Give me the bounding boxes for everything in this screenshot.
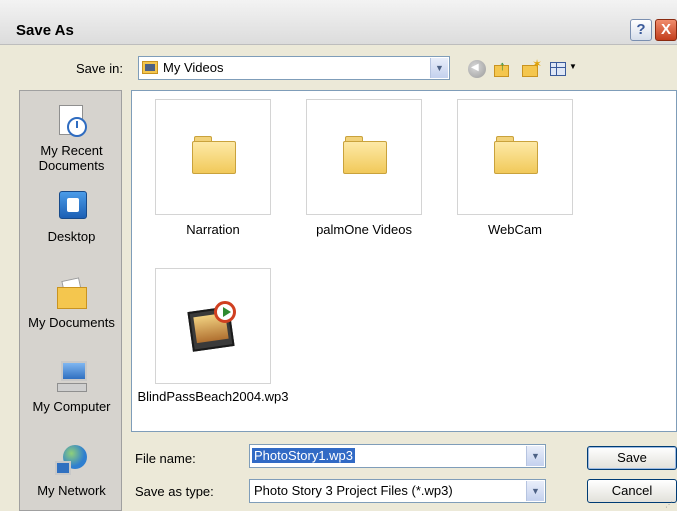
place-my-computer[interactable]: My Computer	[20, 361, 123, 414]
place-my-documents[interactable]: My Documents	[20, 277, 123, 330]
save-in-label: Save in:	[76, 61, 123, 76]
save-as-type-dropdown[interactable]: Photo Story 3 Project Files (*.wp3) ▼	[249, 479, 546, 503]
help-button[interactable]: ?	[630, 19, 652, 41]
save-button[interactable]: Save	[587, 446, 677, 470]
places-bar: My Recent Documents Desktop My Documents…	[19, 90, 122, 511]
folder-icon	[343, 136, 387, 174]
file-name-value: PhotoStory1.wp3	[252, 448, 356, 463]
file-name-label: WebCam	[488, 222, 542, 237]
folder-icon	[192, 136, 236, 174]
window-title: Save As	[16, 22, 74, 39]
chevron-down-icon[interactable]: ▼	[430, 58, 448, 78]
network-icon	[54, 445, 89, 479]
save-in-value: My Videos	[163, 60, 224, 75]
resize-grip-icon[interactable]: ⋰	[665, 500, 673, 509]
folder-icon	[494, 136, 538, 174]
thumbnail	[306, 99, 422, 215]
views-menu-icon[interactable]: ▼	[550, 60, 577, 78]
place-label-line1: My Recent	[40, 143, 103, 158]
thumbnail	[155, 268, 271, 384]
chevron-down-icon[interactable]: ▼	[526, 446, 544, 466]
place-label-line2: Documents	[38, 158, 105, 173]
place-my-network[interactable]: My Network	[20, 445, 123, 498]
recent-documents-icon	[55, 105, 89, 139]
photostory-project-icon	[187, 301, 240, 353]
file-name-label: BlindPassBeach2004.wp3	[137, 389, 289, 404]
save-in-dropdown[interactable]: My Videos ▼	[138, 56, 450, 80]
place-label: My Network	[37, 483, 106, 498]
place-my-recent-documents[interactable]: My Recent Documents	[20, 105, 123, 173]
back-icon[interactable]	[468, 60, 486, 78]
place-label: My Documents	[28, 315, 115, 330]
my-computer-icon	[55, 361, 89, 395]
place-label: Desktop	[47, 229, 96, 244]
place-desktop[interactable]: Desktop	[20, 191, 123, 244]
file-list[interactable]: Narration palmOne Videos WebCam BlindPas…	[131, 90, 677, 432]
desktop-icon	[55, 191, 89, 225]
new-folder-icon[interactable]: ✶	[522, 57, 542, 78]
file-name-input[interactable]: PhotoStory1.wp3 ▼	[249, 444, 546, 468]
thumbnail	[457, 99, 573, 215]
up-folder-icon[interactable]: ↑	[494, 58, 512, 78]
place-label: My Computer	[32, 399, 111, 414]
close-button[interactable]: X	[655, 19, 677, 41]
thumbnail	[155, 99, 271, 215]
save-as-type-value: Photo Story 3 Project Files (*.wp3)	[254, 483, 453, 498]
save-as-type-label: Save as type:	[135, 484, 214, 499]
my-documents-icon	[55, 277, 89, 311]
cancel-button[interactable]: Cancel	[587, 479, 677, 503]
chevron-down-icon[interactable]: ▼	[526, 481, 544, 501]
title-bar: Save As ? X	[0, 0, 677, 45]
video-folder-icon	[142, 61, 158, 74]
file-name-field-label: File name:	[135, 451, 196, 466]
